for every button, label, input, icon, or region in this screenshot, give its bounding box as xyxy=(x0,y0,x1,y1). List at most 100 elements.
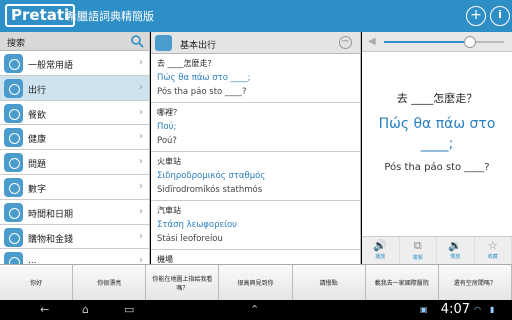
battery-icon: ▮ xyxy=(490,305,495,314)
chevron-right-icon: › xyxy=(139,230,143,242)
sidebar-item[interactable]: 時間和日期 › xyxy=(0,199,149,225)
copy-button[interactable]: ⧉ 複製 xyxy=(400,237,437,264)
category-icon xyxy=(4,78,23,98)
sidebar-item-label: 時間和日期 xyxy=(28,209,74,220)
chevron-right-icon: › xyxy=(139,81,143,93)
star-icon: ☆ xyxy=(487,239,498,252)
chevron-right-icon: › xyxy=(139,156,143,168)
phrase-list: 基本出行 − 去 ____怎麼走？ Πώς θα πάω στο ____; Pós… xyxy=(151,32,361,264)
chevron-right-icon: › xyxy=(139,131,143,143)
quick-phrase-button[interactable]: 載我去一家國際醫院 xyxy=(365,265,439,300)
volume-fill xyxy=(384,41,471,43)
entry-chinese: 火車站 xyxy=(157,157,181,166)
slow-play-icon: 🔉 xyxy=(448,239,463,252)
sidebar-item[interactable]: 數字 › xyxy=(0,174,149,200)
speaker-button[interactable]: 🔊 播放 xyxy=(362,237,400,264)
entry-chinese: 機場 xyxy=(157,255,173,264)
action-label: 複製 xyxy=(412,255,423,261)
entry-greek: Πώς θα πάω στο ____; xyxy=(157,73,251,83)
category-icon xyxy=(4,103,23,123)
detail-greek: Πώς θα πάω στο ____; xyxy=(378,116,496,152)
phrase-detail: ◀ 去 ____怎麼走？ Πώς θα πάω στο ____; Pós th… xyxy=(362,32,512,264)
action-bar: 🔊 播放 ⧉ 複製 🔉 慢放 ☆ 收藏 xyxy=(362,236,512,264)
search-row[interactable]: 搜索 xyxy=(0,32,149,51)
quick-phrase-bar: 你好 你很漂亮 你能在地圖上指給我看嗎？ 很高興見到你 請慢點 載我去一家國際醫院 還有空房… xyxy=(0,264,512,300)
list-item[interactable]: 汽車站 Στάση λεωφορείου Stási leoforeíou xyxy=(151,201,360,250)
wifi-icon: ◠ xyxy=(474,305,481,314)
volume-icon: ◀ xyxy=(368,36,376,47)
sidebar-item[interactable]: 健康 › xyxy=(0,125,149,151)
sidebar-item-label: 餐飲 xyxy=(28,110,47,121)
recent-apps-icon[interactable]: ▭ xyxy=(124,303,134,316)
category-icon xyxy=(4,177,23,197)
quick-phrase-button[interactable]: 你好 xyxy=(0,265,74,300)
copy-icon: ⧉ xyxy=(413,239,422,252)
sidebar-item[interactable]: 出行 › xyxy=(0,75,149,101)
action-label: 慢放 xyxy=(450,254,461,260)
system-nav-bar: ← ⌂ ▭ ⌃ ▣ 4:07 ◠ ▮ xyxy=(0,300,512,320)
sidebar-item-label: 問題 xyxy=(28,160,47,171)
speaker-icon: 🔊 xyxy=(373,239,388,252)
slow-play-button[interactable]: 🔉 慢放 xyxy=(437,237,475,264)
notification-icon: ▣ xyxy=(420,305,428,314)
quick-phrase-button[interactable]: 還有空房間嗎？ xyxy=(438,265,512,300)
chevron-right-icon: › xyxy=(139,106,143,118)
chevron-right-icon: › xyxy=(139,180,143,192)
detail-chinese: 去 ____怎麼走？ xyxy=(396,92,478,105)
star-button[interactable]: ☆ 收藏 xyxy=(475,237,512,264)
travel-icon xyxy=(155,35,172,51)
sidebar-item[interactable]: 購物和金錢 › xyxy=(0,224,149,250)
app-logo: Pretati xyxy=(5,4,76,27)
entry-transliteration: Stási leoforeíou xyxy=(157,234,223,244)
up-chevron-icon[interactable]: ⌃ xyxy=(250,303,259,316)
back-icon[interactable]: ← xyxy=(40,303,49,316)
sidebar-item[interactable]: 一般常用語 › xyxy=(0,51,149,76)
entry-chinese: 去 ____怎麼走？ xyxy=(157,59,216,68)
entry-greek: Πού; xyxy=(157,122,177,132)
home-icon[interactable]: ⌂ xyxy=(82,303,89,316)
sidebar-item-label: 出行 xyxy=(28,85,47,96)
action-label: 播放 xyxy=(375,254,386,260)
list-header: 基本出行 − xyxy=(151,32,360,54)
search-icon[interactable] xyxy=(130,34,144,48)
sidebar-item-label: 健康 xyxy=(28,135,47,146)
quick-phrase-button[interactable]: 請慢點 xyxy=(292,265,366,300)
chevron-right-icon: › xyxy=(139,57,143,68)
volume-knob[interactable] xyxy=(464,36,477,48)
category-icon xyxy=(4,153,23,173)
sidebar-item-label: 一般常用語 xyxy=(28,61,74,71)
clock: 4:07 xyxy=(440,302,470,317)
entry-transliteration: Sidīrodromikós stathmós xyxy=(157,185,263,195)
entry-chinese: 汽車站 xyxy=(157,206,181,215)
quick-phrase-button[interactable]: 你很漂亮 xyxy=(73,265,147,300)
list-item[interactable]: 機場Αεροδρόμιο xyxy=(151,250,360,264)
add-button[interactable]: + xyxy=(466,6,486,26)
search-label: 搜索 xyxy=(7,39,26,49)
entry-transliteration: Pós tha páo sto ____? xyxy=(157,87,247,97)
category-icon xyxy=(4,54,23,73)
entry-chinese: 哪裡？ xyxy=(157,108,181,117)
volume-bar: ◀ xyxy=(362,32,512,52)
info-button[interactable]: i xyxy=(490,6,510,26)
list-item[interactable]: 哪裡？ Πού; Poú? xyxy=(151,103,360,152)
title-bar: Pretati 希臘語詞典精簡版 + i xyxy=(0,0,512,32)
quick-phrase-button[interactable]: 很高興見到你 xyxy=(219,265,293,300)
detail-transliteration: Pós tha páo sto ____? xyxy=(384,162,490,173)
quick-phrase-button[interactable]: 你能在地圖上指給我看嗎？ xyxy=(146,265,220,300)
sidebar-item[interactable]: 餐飲 › xyxy=(0,100,149,126)
sidebar-item-label: 數字 xyxy=(28,184,47,195)
volume-slider[interactable] xyxy=(384,36,504,48)
category-icon xyxy=(4,128,23,148)
action-label: 收藏 xyxy=(487,254,498,260)
sidebar-item[interactable]: 問題 › xyxy=(0,150,149,175)
list-item[interactable]: 去 ____怎麼走？ Πώς θα πάω στο ____; Pós tha pá… xyxy=(151,54,360,103)
category-icon xyxy=(4,202,23,222)
entry-transliteration: Poú? xyxy=(157,136,177,146)
collapse-icon[interactable]: − xyxy=(339,36,352,49)
category-sidebar: 搜索 一般常用語 › 出行 › 餐飲 › 健康 › 問題 › 數字 › 時間和日期 › 購物和金錢 ›... › xyxy=(0,32,150,275)
category-icon xyxy=(4,227,23,247)
entry-greek: Στάση λεωφορείου xyxy=(157,220,238,230)
list-item[interactable]: 火車站 Σιδηροδρομικός σταθμός Sidīrodromikós … xyxy=(151,152,360,201)
app-title: 希臘語詞典精簡版 xyxy=(66,10,154,23)
sidebar-item-label: 購物和金錢 xyxy=(28,234,74,245)
